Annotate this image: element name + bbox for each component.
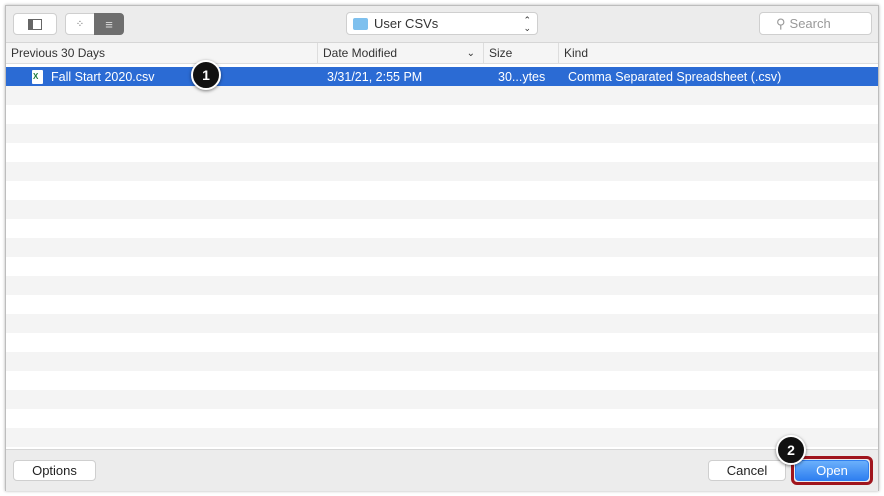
icon-view-button[interactable]: ⁘ [65, 13, 95, 35]
search-icon: ⚲ [776, 15, 786, 31]
column-date-modified[interactable]: Date Modified ⌄ [318, 43, 484, 63]
grid-icon: ⁘ [75, 18, 85, 30]
csv-file-icon: X [32, 69, 43, 84]
sort-chevron-icon: ⌄ [466, 47, 475, 59]
column-name[interactable]: Previous 30 Days [6, 43, 318, 63]
sidebar-icon [28, 18, 42, 30]
location-dropdown[interactable]: User CSVs ⌃ ⌄ [346, 12, 538, 35]
column-kind[interactable]: Kind [559, 43, 878, 63]
list-icon: ≡ [105, 16, 113, 32]
toolbar: ⁘ ≡ User CSVs ⌃ ⌄ ⚲ Search [6, 6, 878, 43]
file-list: X Fall Start 2020.csv 3/31/21, 2:55 PM 3… [6, 67, 878, 449]
options-button[interactable]: Options [13, 460, 96, 481]
bottom-bar: Options Cancel Open [6, 449, 878, 491]
search-input[interactable]: ⚲ Search [759, 12, 872, 35]
chevron-updown-icon: ⌃ ⌄ [523, 14, 531, 33]
callout-1: 1 [191, 60, 221, 90]
list-view-button[interactable]: ≡ [94, 13, 124, 35]
column-size[interactable]: Size [484, 43, 559, 63]
column-header: Previous 30 Days Date Modified ⌄ Size Kin… [6, 43, 878, 64]
open-button[interactable]: Open [795, 460, 869, 481]
file-row[interactable]: X Fall Start 2020.csv 3/31/21, 2:55 PM 3… [6, 67, 878, 86]
callout-2: 2 [776, 435, 806, 465]
cancel-button[interactable]: Cancel [708, 460, 786, 481]
folder-icon [353, 17, 368, 30]
file-open-dialog: ⁘ ≡ User CSVs ⌃ ⌄ ⚲ Search Previous 30 Day… [5, 5, 879, 491]
sidebar-toggle-button[interactable] [13, 13, 57, 35]
